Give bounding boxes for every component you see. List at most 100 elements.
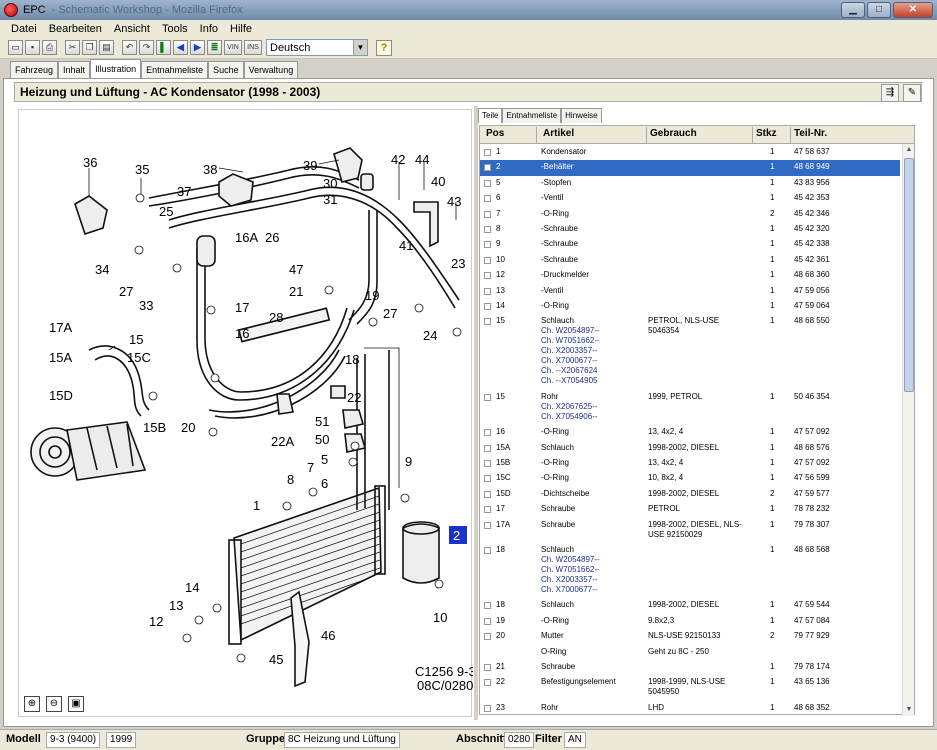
table-row[interactable]: 14 -O-Ring 1 47 59 064 [480, 299, 900, 314]
list-icon[interactable]: ≣ [207, 40, 222, 55]
row-checkbox[interactable] [484, 679, 491, 687]
row-checkbox[interactable] [484, 164, 491, 172]
scroll-up-icon[interactable]: ▲ [903, 144, 915, 156]
minimize-button[interactable]: ▁ [841, 2, 865, 18]
tab-entnahmeliste-sub[interactable]: Entnahmeliste [502, 108, 562, 123]
tab-inhalt[interactable]: Inhalt [58, 61, 91, 78]
row-checkbox[interactable] [484, 393, 491, 401]
table-row[interactable]: 2 -Behälter 1 48 68 949 [480, 160, 900, 176]
row-checkbox[interactable] [484, 506, 491, 514]
close-button[interactable]: ✕ [893, 2, 933, 18]
chassis-range-link[interactable]: Ch. X2003357-- [541, 575, 597, 584]
table-row[interactable]: 15A Schlauch 1998-2002, DIESEL 1 48 68 576 [480, 441, 900, 456]
tab-fahrzeug[interactable]: Fahrzeug [10, 61, 59, 78]
row-checkbox[interactable] [484, 664, 491, 671]
illustration-panel[interactable]: 36 35 38 39 30 31 42 44 40 43 37 25 16A 26 34 27 47… [18, 109, 476, 717]
row-checkbox[interactable] [484, 303, 491, 310]
chassis-range-link[interactable]: Ch. X7054906-- [541, 412, 597, 421]
row-checkbox[interactable] [484, 633, 491, 641]
table-row[interactable]: 20 Mutter NLS-USE 92150133 2 79 77 929 [480, 629, 900, 644]
bookmark-icon[interactable]: ▌ [156, 40, 171, 55]
table-row[interactable]: 18 Schlauch 1 48 68 568 Ch. W2054897-- Ch. W7… [480, 543, 900, 598]
chassis-range-link[interactable]: Ch. --X7054905 [541, 376, 597, 385]
back-arrow-icon[interactable]: ◀ [173, 40, 188, 55]
cut-icon[interactable]: ✂ [65, 40, 80, 55]
row-checkbox[interactable] [484, 272, 491, 280]
table-row[interactable]: 8 -Schraube 1 45 42 320 [480, 222, 900, 237]
scroll-down-icon[interactable]: ▼ [903, 704, 915, 716]
chevron-down-icon[interactable]: ▼ [353, 40, 367, 55]
table-row[interactable]: 15 Rohr 1999, PETROL 1 50 46 354 Ch. X2067625… [480, 390, 900, 425]
copy-icon[interactable]: ❐ [82, 40, 97, 55]
table-row[interactable]: 17 Schraube PETROL 1 78 78 232 [480, 502, 900, 517]
tab-illustration[interactable]: Illustration [90, 59, 142, 78]
row-checkbox[interactable] [484, 195, 491, 203]
table-row[interactable]: 15 Schlauch PETROL, NLS-USE 5046354 1 48 68 … [480, 314, 900, 389]
maximize-button[interactable]: □ [867, 2, 891, 18]
undo-icon[interactable]: ↶ [122, 40, 137, 55]
splitter[interactable] [474, 106, 478, 720]
chassis-range-link[interactable]: Ch. W7051662-- [541, 336, 600, 345]
forward-arrow-icon[interactable]: ▶ [190, 40, 205, 55]
menu-ansicht[interactable]: Ansicht [108, 23, 156, 35]
zoom-in-icon[interactable]: ⊕ [24, 696, 40, 712]
row-checkbox[interactable] [484, 704, 491, 712]
row-checkbox[interactable] [484, 287, 491, 295]
table-row[interactable]: 21 Schraube 1 79 78 174 [480, 660, 900, 675]
chassis-range-link[interactable]: Ch. X2067625-- [541, 402, 597, 411]
open-icon[interactable]: ▭ [8, 40, 23, 55]
tab-suche[interactable]: Suche [208, 61, 244, 78]
row-checkbox[interactable] [484, 602, 491, 610]
chassis-range-link[interactable]: Ch. W7051662-- [541, 565, 600, 574]
row-checkbox[interactable] [484, 256, 491, 264]
row-checkbox[interactable] [484, 617, 491, 625]
scroll-thumb[interactable] [904, 158, 914, 392]
table-scrollbar[interactable]: ▲ ▼ [902, 144, 914, 716]
row-checkbox[interactable] [484, 475, 491, 483]
menu-tools[interactable]: Tools [156, 23, 194, 35]
row-checkbox[interactable] [484, 210, 491, 218]
col-artikel[interactable]: Artikel [543, 128, 574, 139]
table-row[interactable]: 1 Kondensator 1 47 58 637 [480, 145, 900, 160]
edit-note-icon[interactable]: ✎ [903, 84, 921, 102]
col-pos[interactable]: Pos [486, 128, 504, 139]
chassis-range-link[interactable]: Ch. --X2067624 [541, 366, 597, 375]
row-checkbox[interactable] [484, 547, 491, 554]
save-icon[interactable]: ▪ [25, 40, 40, 55]
menu-hilfe[interactable]: Hilfe [224, 23, 258, 35]
tab-hinweise[interactable]: Hinweise [561, 108, 602, 123]
table-row[interactable]: 16 -O-Ring 13, 4x2, 4 1 47 57 092 [480, 425, 900, 440]
table-row[interactable]: 13 -Ventil 1 47 59 056 [480, 284, 900, 299]
row-checkbox[interactable] [484, 490, 491, 498]
ins-button[interactable]: INS [244, 40, 262, 55]
zoom-out-icon[interactable]: ⊖ [46, 696, 62, 712]
print-icon[interactable]: ⎙ [42, 40, 57, 55]
zoom-fit-icon[interactable]: ▣ [68, 696, 84, 712]
row-checkbox[interactable] [484, 444, 491, 452]
tab-verwaltung[interactable]: Verwaltung [243, 61, 299, 78]
chassis-range-link[interactable]: Ch. X7000677-- [541, 356, 597, 365]
vin-button[interactable]: VIN [224, 40, 242, 55]
menu-datei[interactable]: Datei [5, 23, 43, 35]
chassis-range-link[interactable]: Ch. X7000677-- [541, 585, 597, 594]
table-row[interactable]: 15D -Dichtscheibe 1998-2002, DIESEL 2 47 59 … [480, 487, 900, 502]
export-list-icon[interactable]: ⇶ [881, 84, 899, 102]
table-row[interactable]: 18 Schlauch 1998-2002, DIESEL 1 47 59 544 [480, 598, 900, 613]
chassis-range-link[interactable]: Ch. X2003357-- [541, 346, 597, 355]
row-checkbox[interactable] [484, 521, 491, 529]
tab-entnahmeliste[interactable]: Entnahmeliste [141, 61, 209, 78]
paste-icon[interactable]: ▤ [99, 40, 114, 55]
table-row[interactable]: 5 -Stopfen 1 43 83 956 [480, 176, 900, 191]
menu-bearbeiten[interactable]: Bearbeiten [43, 23, 108, 35]
col-teil-nr[interactable]: Teil-Nr. [794, 128, 827, 139]
row-checkbox[interactable] [484, 318, 491, 326]
redo-icon[interactable]: ↷ [139, 40, 154, 55]
row-checkbox[interactable] [484, 149, 491, 156]
row-checkbox[interactable] [484, 429, 491, 437]
table-row[interactable]: 22 Befestigungselement 1998-1999, NLS-USE … [480, 675, 900, 700]
table-row[interactable]: O-Ring Geht zu 8C - 250 [480, 645, 900, 660]
row-checkbox[interactable] [484, 241, 491, 249]
col-stkz[interactable]: Stkz [756, 128, 777, 139]
menu-info[interactable]: Info [194, 23, 224, 35]
chassis-range-link[interactable]: Ch. W2054897-- [541, 326, 600, 335]
